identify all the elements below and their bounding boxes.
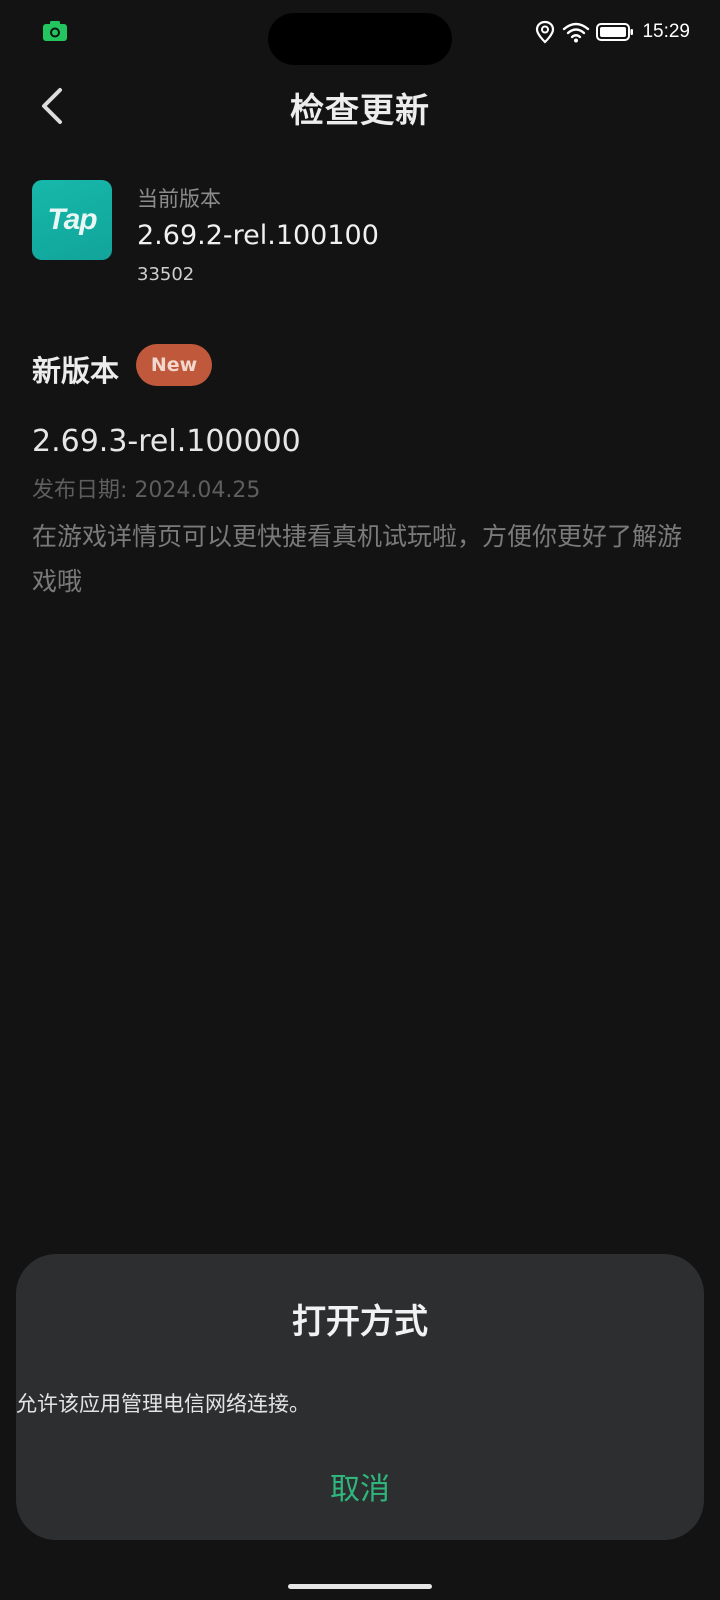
current-build-number: 33502 <box>137 264 195 285</box>
home-indicator[interactable] <box>288 1584 432 1589</box>
status-time: 15:29 <box>642 21 690 42</box>
open-with-sheet: 打开方式 允许该应用管理电信网络连接。 取消 <box>16 1254 704 1540</box>
release-date: 发布日期: 2024.04.25 <box>32 478 261 503</box>
app-icon-text: Tap <box>47 203 97 236</box>
sheet-title: 打开方式 <box>292 1302 428 1342</box>
current-version-label: 当前版本 <box>137 187 221 211</box>
page-title: 检查更新 <box>290 91 430 131</box>
status-bar: 15:29 <box>0 0 720 65</box>
battery-icon <box>596 22 634 42</box>
location-icon <box>534 20 556 44</box>
status-icons: 15:29 <box>534 18 690 46</box>
camera-icon <box>42 20 68 42</box>
camera-notch <box>268 13 452 65</box>
app-icon: Tap <box>32 180 112 260</box>
current-version-value: 2.69.2-rel.100100 <box>137 220 379 251</box>
new-version-value: 2.69.3-rel.100000 <box>32 424 301 459</box>
cancel-button[interactable]: 取消 <box>16 1464 704 1508</box>
new-badge: New <box>136 344 212 386</box>
wifi-icon <box>562 21 590 43</box>
release-notes: 在游戏详情页可以更快捷看真机试玩啦，方便你更好了解游戏哦 <box>32 522 683 596</box>
new-version-heading: 新版本 <box>32 354 120 388</box>
sheet-message: 允许该应用管理电信网络连接。 <box>16 1392 310 1416</box>
